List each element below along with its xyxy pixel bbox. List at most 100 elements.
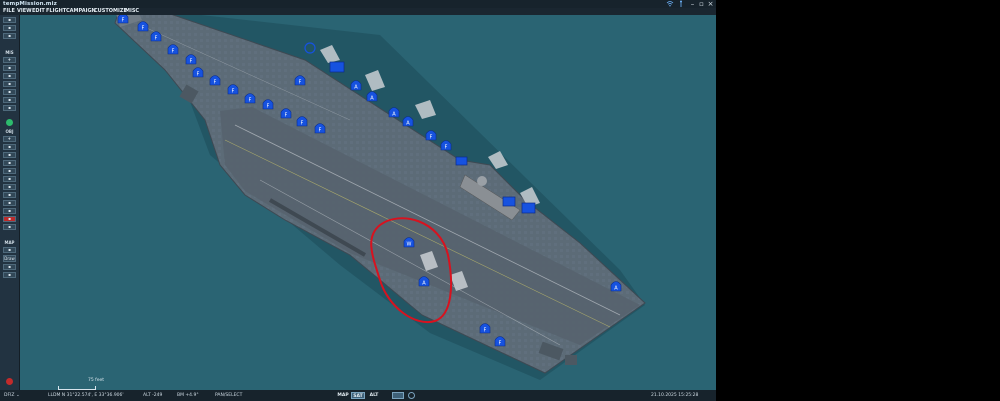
altitude-readout: ALT -249 — [143, 393, 163, 398]
view-sat-button[interactable]: SAT — [351, 392, 365, 399]
datetime-readout: 21.10.2025 15:25:28 — [651, 393, 699, 398]
view-map-button[interactable]: MAP — [336, 392, 350, 399]
menu-flight[interactable]: FLIGHT — [46, 8, 66, 15]
grid-icon[interactable]: ▪ — [3, 200, 16, 206]
unit-marker[interactable]: F — [479, 323, 491, 334]
template-icon[interactable]: ▪ — [3, 168, 16, 174]
menu-file[interactable]: FILE — [3, 8, 15, 15]
unit-marker[interactable]: F — [440, 140, 452, 151]
settings-icon[interactable] — [408, 392, 415, 399]
close-icon[interactable]: × — [706, 0, 715, 8]
unit-marker-label: A — [422, 281, 426, 287]
unit-marker-label: F — [299, 80, 302, 86]
red-alert-icon[interactable]: ▪ — [3, 216, 16, 222]
unit-marker-label: F — [249, 98, 252, 104]
unit-marker[interactable]: F — [117, 15, 129, 24]
window-title: tempMission.miz — [3, 1, 57, 7]
unit-marker[interactable]: W — [403, 237, 415, 248]
unit-marker-label: F — [214, 80, 217, 86]
maximize-icon[interactable]: ▫ — [697, 0, 706, 8]
unit-marker[interactable]: F — [150, 31, 162, 42]
unit-marker[interactable]: A — [388, 107, 400, 118]
unit-marker-label: F — [301, 121, 304, 127]
draw-button[interactable]: Draw — [3, 255, 16, 262]
selected-marker-2 — [455, 156, 468, 166]
menu-view[interactable]: VIEW — [17, 8, 32, 15]
unit-marker-label: W — [407, 242, 412, 248]
status-green-icon[interactable] — [6, 119, 13, 126]
unit-marker-label: A — [392, 112, 396, 118]
unit-marker[interactable]: F — [192, 67, 204, 78]
unit-marker-label: A — [614, 286, 618, 292]
map-tool-icon[interactable]: ▪ — [3, 247, 16, 253]
exit-icon[interactable] — [6, 378, 13, 385]
ruler-icon[interactable]: ▪ — [3, 264, 16, 270]
menu-misc[interactable]: MISC — [125, 8, 139, 15]
bearing-readout: BM +4.9° — [177, 393, 199, 398]
list-icon[interactable]: ▪ — [3, 192, 16, 198]
ship-group-icon[interactable]: ▪ — [3, 73, 16, 79]
unit-marker[interactable]: A — [610, 281, 622, 292]
ground-object-icon[interactable]: ▪ — [3, 144, 16, 150]
unit-marker-label: F — [122, 18, 125, 24]
menu-campaign[interactable]: CAMPAIGN — [66, 8, 96, 15]
unit-marker-label: F — [445, 145, 448, 151]
naval-object-icon[interactable]: ▪ — [3, 152, 16, 158]
unit-marker[interactable]: A — [366, 91, 378, 102]
empty-area — [716, 0, 1000, 401]
selected-marker-1 — [329, 61, 345, 73]
unit-marker[interactable]: F — [425, 130, 437, 141]
static-object-icon[interactable]: ▪ — [3, 89, 16, 95]
trigger-zone-icon[interactable]: ▪ — [3, 97, 16, 103]
unit-marker[interactable]: F — [244, 93, 256, 104]
open-icon[interactable]: ▪ — [3, 25, 16, 31]
briefing-icon[interactable]: ▪ — [3, 33, 16, 39]
tools-icon[interactable]: ▪ — [3, 224, 16, 230]
unit-marker-label: F — [285, 113, 288, 119]
map-view[interactable]: F F F F F F F F F F F F F F A A A A F F W A A F F 75 feet — [20, 15, 716, 390]
structure-icon[interactable]: ▪ — [3, 160, 16, 166]
table-icon[interactable]: ▪ — [3, 208, 16, 214]
unit-marker-label: F — [172, 49, 175, 55]
unit-marker-label: F — [267, 104, 270, 110]
unit-marker[interactable]: F — [185, 54, 197, 65]
layers-toggle-icon[interactable] — [392, 392, 404, 399]
radar-dome — [477, 176, 487, 186]
unit-marker[interactable]: F — [294, 75, 306, 86]
plane-group-icon[interactable]: ✈ — [3, 57, 16, 63]
coordinates-readout: LLDM N 31°22.574', E 33°36.906' — [48, 393, 124, 398]
unit-marker[interactable]: F — [262, 99, 274, 110]
selected-marker-4 — [521, 202, 536, 214]
unit-marker[interactable]: F — [296, 116, 308, 127]
unit-marker-label: F — [484, 328, 487, 334]
dfiz-dropdown-icon[interactable]: ⌄ — [16, 390, 20, 401]
aircraft-object-icon[interactable]: ✈ — [3, 136, 16, 142]
layers-icon[interactable]: ▪ — [3, 184, 16, 190]
unit-marker[interactable]: A — [402, 116, 414, 127]
section-mis-label: MIS — [5, 50, 14, 55]
unit-marker[interactable]: A — [418, 276, 430, 287]
unit-marker[interactable]: A — [350, 80, 362, 91]
menu-customize[interactable]: CUSTOMIZE — [94, 8, 127, 15]
view-alt-button[interactable]: ALT — [367, 392, 381, 399]
save-icon[interactable]: ▪ — [3, 17, 16, 23]
unit-marker[interactable]: F — [280, 108, 292, 119]
map-scale: 75 feet — [58, 378, 108, 390]
nav-point-icon[interactable]: ▪ — [3, 176, 16, 182]
unit-marker-label: F — [430, 135, 433, 141]
unit-marker-label: F — [155, 36, 158, 42]
minimize-icon[interactable]: – — [688, 0, 697, 8]
unit-marker-label: F — [190, 59, 193, 65]
menu-edit[interactable]: EDIT — [32, 8, 45, 15]
unit-marker[interactable]: F — [137, 21, 149, 32]
unit-marker[interactable]: F — [494, 336, 506, 347]
map-options-icon[interactable]: ▪ — [3, 272, 16, 278]
ship-icon[interactable]: ▪ — [3, 105, 16, 111]
helicopter-group-icon[interactable]: ▪ — [3, 65, 16, 71]
unit-marker[interactable]: F — [167, 44, 179, 55]
unit-marker[interactable]: F — [227, 84, 239, 95]
unit-marker[interactable]: F — [314, 123, 326, 134]
vehicle-group-icon[interactable]: ▪ — [3, 81, 16, 87]
unit-marker[interactable]: F — [209, 75, 221, 86]
unit-marker-label: A — [370, 96, 374, 102]
